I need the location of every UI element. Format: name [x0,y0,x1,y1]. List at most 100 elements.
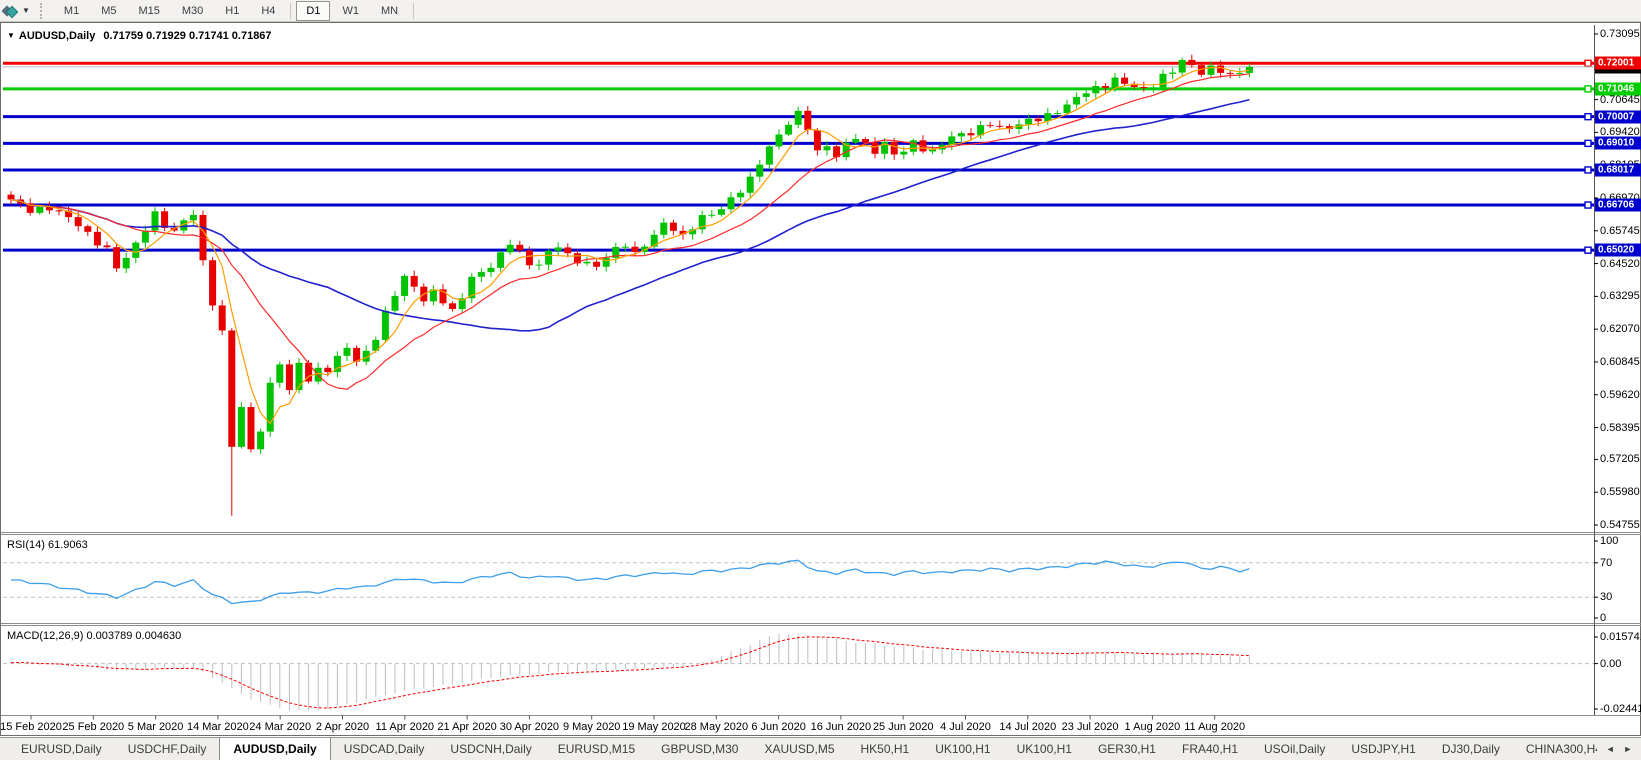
price-axis-tick-label: 0.63295 [1600,290,1640,302]
tab-uk100-h1[interactable]: UK100,H1 [1004,738,1085,760]
price-axis-tick-label: 0.58395 [1600,422,1640,434]
tab-ger30-h1[interactable]: GER30,H1 [1085,738,1169,760]
price-line-badge: 0.70007 [1595,110,1641,123]
timeframe-button-h4[interactable]: H4 [251,1,285,21]
macd-axis-label: 0.00 [1600,658,1621,670]
tab-dj30-daily[interactable]: DJ30,Daily [1429,738,1513,760]
chart-symbol: AUDUSD,Daily [19,30,95,42]
timeframe-button-d1[interactable]: D1 [296,1,330,21]
toolbar: ▼ M1M5M15M30H1H4 D1W1MN [0,0,1641,22]
date-axis-label: 19 May 2020 [622,721,686,733]
tab-usdcnh-daily[interactable]: USDCNH,Daily [437,738,544,760]
tabbar-arrows: ◄ ► [1597,738,1641,760]
chart-ohlc-values: 0.71759 0.71929 0.71741 0.71867 [103,30,271,42]
date-axis-label: 2 Apr 2020 [316,721,369,733]
timeframe-button-m1[interactable]: M1 [54,1,89,21]
price-line-badge: 0.66706 [1595,199,1641,212]
toolbar-separator [290,3,291,19]
ma-fast-line [11,68,1249,424]
timeframe-button-m30[interactable]: M30 [172,1,213,21]
price-line-badge: 0.68017 [1595,163,1641,176]
date-axis-label: 28 May 2020 [684,721,748,733]
price-line-badge: 0.69010 [1595,137,1641,150]
rsi-pane [3,560,1594,603]
rsi-axis-label: 70 [1600,557,1612,569]
date-axis-label: 6 Jun 2020 [751,721,805,733]
chevron-down-icon: ▼ [22,6,30,15]
chart-tool-button[interactable]: ▼ [2,3,30,19]
price-axis-tick-label: 0.59620 [1600,389,1640,401]
price-hline-0.71046[interactable] [3,86,1594,92]
timeframe-button-m15[interactable]: M15 [128,1,169,21]
price-axis-tick-label: 0.65745 [1600,225,1640,237]
price-hline-0.68017[interactable] [3,167,1594,173]
date-axis-label: 11 Aug 2020 [1184,721,1245,733]
price-axis-tick-label: 0.54755 [1600,519,1640,531]
bottom-tabbar: EURUSD,DailyUSDCHF,DailyAUDUSD,DailyUSDC… [0,737,1641,760]
timeframe-button-w1[interactable]: W1 [332,1,369,21]
macd-axis-label: -0.024412 [1600,703,1641,715]
mt4-window: ▼ M1M5M15M30H1H4 D1W1MN ▼ AUDUSD,Daily 0.71… [0,0,1641,760]
tab-usdcad-daily[interactable]: USDCAD,Daily [331,738,438,760]
price-line-badge: 0.72001 [1595,57,1641,70]
tab-eurusd-daily[interactable]: EURUSD,Daily [8,738,115,760]
date-axis-label: 25 Jun 2020 [873,721,934,733]
price-line-badge: 0.65020 [1595,244,1641,257]
toolbar-separator [413,3,414,19]
tab-audusd-daily[interactable]: AUDUSD,Daily [219,738,330,760]
price-axis-tick-label: 0.60845 [1600,356,1640,368]
chart-title-arrow-icon: ▼ [7,31,15,40]
tab-usdchf-daily[interactable]: USDCHF,Daily [115,738,220,760]
date-axis-label: 21 Apr 2020 [437,721,496,733]
date-axis-label: 14 Jul 2020 [999,721,1056,733]
tab-hk50-h1[interactable]: HK50,H1 [848,738,923,760]
rsi-indicator-label[interactable]: RSI(14) 61.9063 [7,539,88,551]
tab-uk100-h1[interactable]: UK100,H1 [922,738,1003,760]
tab-eurusd-m15[interactable]: EURUSD,M15 [545,738,648,760]
macd-histogram [11,634,1249,711]
price-hline-0.69010[interactable] [3,140,1594,146]
toolbar-grip[interactable] [40,3,45,19]
price-axis-tick-label: 0.64520 [1600,258,1640,270]
tab-fra40-h1[interactable]: FRA40,H1 [1169,738,1251,760]
price-hline-0.72001[interactable] [3,60,1594,66]
date-axis-label: 5 Mar 2020 [128,721,184,733]
price-axis-tick-label: 0.55980 [1600,486,1640,498]
price-hline-0.66706[interactable] [3,202,1594,208]
tab-usdjpy-h1[interactable]: USDJPY,H1 [1338,738,1428,760]
chart-title[interactable]: ▼ AUDUSD,Daily 0.71759 0.71929 0.71741 0.7… [7,30,272,42]
price-axis-tick-label: 0.62070 [1600,323,1640,335]
tabs-scroll-left-icon[interactable]: ◄ [1606,744,1615,754]
date-axis-label: 24 Mar 2020 [249,721,311,733]
macd-signal-line [11,637,1249,708]
chart-window[interactable]: ▼ AUDUSD,Daily 0.71759 0.71929 0.71741 0.7… [0,22,1641,736]
date-axis-label: 15 Feb 2020 [0,721,62,733]
timeframe-buttons: M1M5M15M30H1H4 D1W1MN [53,1,418,21]
rsi-axis-label: 0 [1600,612,1606,624]
rsi-axis-label: 100 [1600,535,1618,547]
chart-canvas[interactable] [1,23,1641,737]
chart-tool-icon [2,3,18,19]
macd-pane [3,634,1594,711]
date-axis-label: 9 May 2020 [563,721,620,733]
date-axis-label: 11 Apr 2020 [376,721,435,733]
macd-indicator-label[interactable]: MACD(12,26,9) 0.003789 0.004630 [7,630,181,642]
timeframe-button-m5[interactable]: M5 [91,1,126,21]
timeframe-button-h1[interactable]: H1 [215,1,249,21]
timeframe-button-mn[interactable]: MN [371,1,408,21]
date-axis-label: 16 Jun 2020 [811,721,872,733]
rsi-axis-label: 30 [1600,591,1612,603]
price-axis-tick-label: 0.73095 [1600,28,1640,40]
price-axis-tick-label: 0.57205 [1600,453,1640,465]
tab-usoil-daily[interactable]: USOil,Daily [1251,738,1338,760]
tab-xauusd-m5[interactable]: XAUUSD,M5 [751,738,847,760]
ma-mid-line [11,74,1249,389]
macd-axis-label: 0.015741 [1600,631,1641,643]
date-axis-label: 30 Apr 2020 [500,721,559,733]
tabs-scroll-right-icon[interactable]: ► [1623,744,1632,754]
date-axis-label: 25 Feb 2020 [62,721,124,733]
price-axis-tick-label: 0.70645 [1600,94,1640,106]
tab-gbpusd-m30[interactable]: GBPUSD,M30 [648,738,751,760]
date-axis-label: 4 Jul 2020 [940,721,991,733]
price-line-badge: 0.71046 [1595,82,1641,95]
